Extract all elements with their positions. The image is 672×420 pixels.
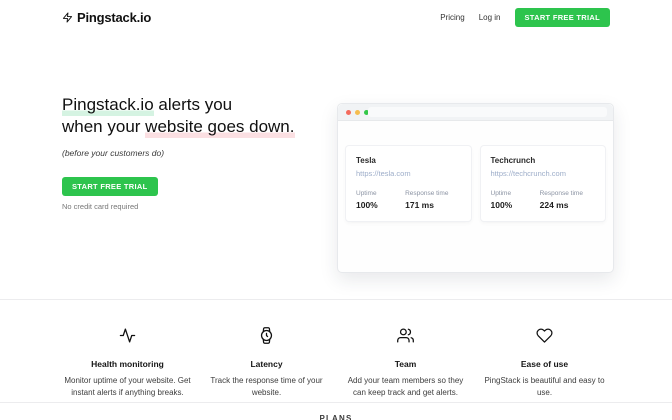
feature-title: Ease of use — [481, 359, 608, 369]
uptime-value: 100% — [491, 200, 540, 210]
hero-heading-line2-pre: when your — [62, 117, 145, 136]
uptime-label: Uptime — [491, 190, 540, 197]
feature-title: Team — [342, 359, 469, 369]
logo-text: Pingstack.io — [77, 10, 151, 25]
response-time-label: Response time — [405, 190, 460, 197]
close-dot-icon — [346, 110, 351, 115]
minimize-dot-icon — [355, 110, 360, 115]
users-icon — [397, 331, 414, 348]
hero-heading: Pingstack.io alerts you when your websit… — [62, 94, 344, 138]
uptime-value: 100% — [356, 200, 405, 210]
header-start-trial-button[interactable]: START FREE TRIAL — [515, 8, 611, 27]
browser-mockup: Tesla https://tesla.com Uptime 100% Resp… — [337, 103, 614, 273]
watch-icon — [258, 331, 275, 348]
feature-ease-of-use: Ease of use PingStack is beautiful and e… — [475, 327, 614, 399]
heart-icon — [536, 331, 553, 348]
header: Pingstack.io Pricing Log in START FREE T… — [0, 0, 672, 28]
plans-section-label: PLANS — [319, 414, 352, 420]
feature-title: Latency — [203, 359, 330, 369]
hero-start-trial-button[interactable]: START FREE TRIAL — [62, 177, 158, 196]
site-name: Techcrunch — [491, 156, 596, 165]
feature-title: Health monitoring — [64, 359, 191, 369]
hero-heading-line1-rest: alerts you — [154, 95, 232, 114]
hero-section: Pingstack.io alerts you when your websit… — [0, 28, 672, 300]
plans-section: PLANS — [0, 402, 672, 420]
feature-description: Add your team members so they can keep t… — [342, 375, 469, 399]
response-time-value: 171 ms — [405, 200, 460, 210]
feature-team: Team Add your team members so they can k… — [336, 327, 475, 399]
hero-heading-highlight-pink: website goes down. — [145, 117, 294, 138]
hero-heading-highlight-green: Pingstack.io — [62, 95, 154, 116]
nav-link-pricing[interactable]: Pricing — [440, 13, 464, 22]
hero-subtitle: (before your customers do) — [62, 148, 344, 158]
site-url[interactable]: https://techcrunch.com — [491, 169, 596, 178]
feature-latency: Latency Track the response time of your … — [197, 327, 336, 399]
feature-description: Monitor uptime of your website. Get inst… — [64, 375, 191, 399]
site-name: Tesla — [356, 156, 461, 165]
response-time-value: 224 ms — [540, 200, 595, 210]
hero-copy: Pingstack.io alerts you when your websit… — [62, 94, 344, 211]
features-section: Health monitoring Monitor uptime of your… — [0, 299, 672, 399]
site-url[interactable]: https://tesla.com — [356, 169, 461, 178]
browser-content: Tesla https://tesla.com Uptime 100% Resp… — [338, 121, 613, 221]
feature-health-monitoring: Health monitoring Monitor uptime of your… — [58, 327, 197, 399]
window-controls — [346, 110, 369, 115]
feature-description: PingStack is beautiful and easy to use. — [481, 375, 608, 399]
response-time-label: Response time — [540, 190, 595, 197]
browser-address-bar — [368, 107, 607, 117]
header-nav: Pricing Log in START FREE TRIAL — [440, 8, 610, 27]
logo[interactable]: Pingstack.io — [62, 10, 151, 25]
browser-titlebar — [338, 104, 613, 121]
activity-icon — [119, 331, 136, 348]
hero-cta-note: No credit card required — [62, 202, 344, 211]
feature-description: Track the response time of your website. — [203, 375, 330, 399]
uptime-label: Uptime — [356, 190, 405, 197]
zap-icon — [62, 11, 73, 24]
nav-link-login[interactable]: Log in — [479, 13, 501, 22]
monitor-card-techcrunch: Techcrunch https://techcrunch.com Uptime… — [481, 146, 606, 221]
monitor-card-tesla: Tesla https://tesla.com Uptime 100% Resp… — [346, 146, 471, 221]
